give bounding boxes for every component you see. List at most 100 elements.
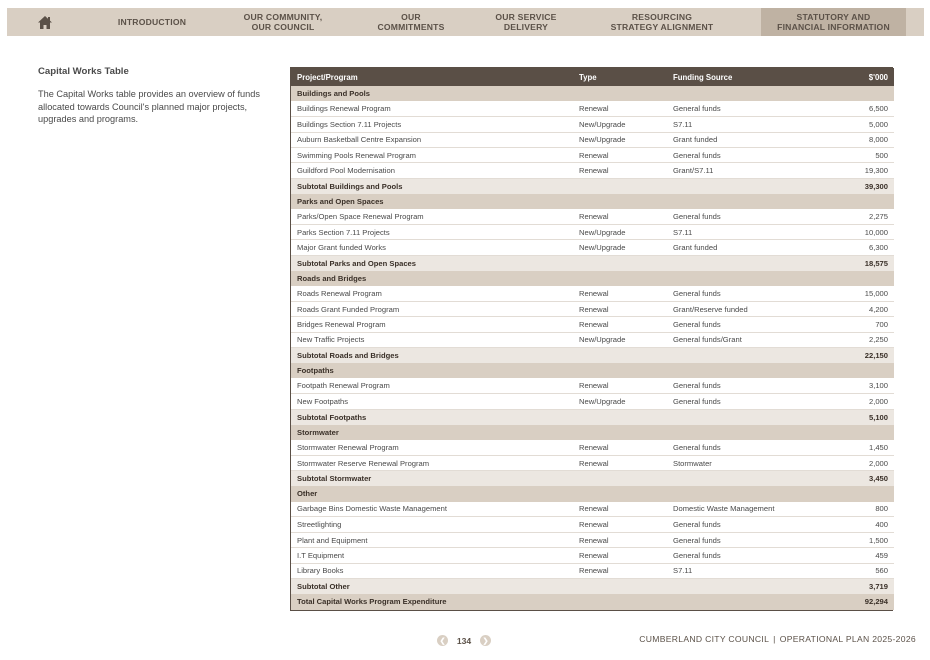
type-cell: Renewal — [573, 301, 667, 318]
section-header-row: Other — [291, 486, 894, 502]
amount-cell: 15,000 — [810, 286, 894, 302]
home-icon — [38, 15, 52, 29]
type-cell: New/Upgrade — [573, 224, 667, 241]
previous-page-button[interactable]: ❮ — [437, 635, 448, 646]
type-cell: Renewal — [573, 101, 667, 118]
table-row: Roads Grant Funded Program Renewal Grant/R… — [291, 301, 894, 318]
empty-cell — [573, 578, 810, 594]
project-cell: Buildings Renewal Program — [291, 101, 573, 118]
funding-source-cell: General funds — [667, 516, 810, 533]
table-row: Buildings Section 7.11 Projects New/Upgra… — [291, 116, 894, 133]
chevron-right-icon: ❯ — [482, 637, 489, 645]
project-cell: New Traffic Projects — [291, 332, 573, 349]
project-cell: Plant and Equipment — [291, 532, 573, 549]
type-cell: New/Upgrade — [573, 332, 667, 349]
table-row: Swimming Pools Renewal Program Renewal Gen… — [291, 147, 894, 164]
table-header-row: Project/Program Type Funding Source $'00… — [291, 68, 894, 86]
empty-cell — [573, 593, 810, 610]
table-body: Buildings and Pools Buildings Renewal Pro… — [291, 86, 894, 610]
type-cell: New/Upgrade — [573, 132, 667, 149]
table-row: Buildings Renewal Program Renewal General … — [291, 101, 894, 118]
table-row: Library Books Renewal S7.11 560 — [291, 563, 894, 580]
section-header-row: Stormwater — [291, 424, 894, 440]
type-cell: Renewal — [573, 162, 667, 179]
chevron-left-icon: ❮ — [439, 637, 446, 645]
project-cell: Roads Renewal Program — [291, 286, 573, 302]
funding-source-cell: General funds — [667, 286, 810, 302]
type-cell: New/Upgrade — [573, 116, 667, 133]
project-cell: Stormwater Reserve Renewal Program — [291, 455, 573, 472]
home-button[interactable] — [7, 8, 83, 36]
funding-source-cell: S7.11 — [667, 563, 810, 580]
amount-cell: 2,000 — [810, 393, 894, 410]
subtotal-label: Subtotal Other — [291, 578, 573, 594]
project-cell: Footpath Renewal Program — [291, 378, 573, 395]
nav-tab-our-service-delivery[interactable]: OUR SERVICE DELIVERY — [477, 8, 575, 36]
next-page-button[interactable]: ❯ — [480, 635, 491, 646]
funding-source-cell: General funds — [667, 532, 810, 549]
section-name: Roads and Bridges — [291, 270, 894, 287]
nav-tab-our-community-our-council[interactable]: OUR COMMUNITY, OUR COUNCIL — [221, 8, 345, 36]
subtotal-amount: 39,300 — [810, 178, 894, 194]
table-row: Auburn Basketball Centre Expansion New/Up… — [291, 132, 894, 149]
subtotal-amount: 18,575 — [810, 255, 894, 271]
document-footer: CUMBERLAND CITY COUNCIL | OPERATIONAL PLAN… — [639, 634, 916, 644]
funding-source-cell: S7.11 — [667, 116, 810, 133]
nav-tab-our-commitments[interactable]: OUR COMMITMENTS — [345, 8, 477, 36]
section-header-row: Roads and Bridges — [291, 270, 894, 287]
table-row: Bridges Renewal Program Renewal General fu… — [291, 316, 894, 333]
section-name: Other — [291, 486, 894, 502]
section-name: Parks and Open Spaces — [291, 193, 894, 210]
type-cell: Renewal — [573, 547, 667, 564]
type-cell: Renewal — [573, 439, 667, 456]
funding-source-cell: Stormwater — [667, 455, 810, 472]
amount-cell: 6,300 — [810, 239, 894, 256]
project-cell: Guildford Pool Modernisation — [291, 162, 573, 179]
type-cell: Renewal — [573, 147, 667, 164]
funding-source-cell: Grant funded — [667, 132, 810, 149]
project-cell: Bridges Renewal Program — [291, 316, 573, 333]
empty-cell — [573, 470, 810, 487]
subtotal-row: Subtotal Buildings and Pools 39,300 — [291, 178, 894, 194]
table-row: Streetlighting Renewal General funds 400 — [291, 516, 894, 533]
project-cell: Major Grant funded Works — [291, 239, 573, 256]
type-cell: Renewal — [573, 286, 667, 302]
subtotal-row: Subtotal Parks and Open Spaces 18,575 — [291, 255, 894, 271]
funding-source-cell: Grant/Reserve funded — [667, 301, 810, 318]
table-row: Roads Renewal Program Renewal General fund… — [291, 286, 894, 302]
section-header-row: Parks and Open Spaces — [291, 193, 894, 210]
project-cell: Garbage Bins Domestic Waste Management — [291, 501, 573, 518]
nav-tab-introduction[interactable]: INTRODUCTION — [83, 8, 221, 36]
type-cell: Renewal — [573, 563, 667, 580]
table-row: I.T Equipment Renewal General funds 459 — [291, 547, 894, 564]
header-project-program: Project/Program — [291, 68, 573, 86]
page-navigation: ❮ 134 ❯ — [437, 635, 491, 646]
funding-source-cell: General funds — [667, 209, 810, 226]
funding-source-cell: General funds — [667, 316, 810, 333]
council-name: CUMBERLAND CITY COUNCIL — [639, 634, 770, 644]
funding-source-cell: General funds — [667, 439, 810, 456]
table-row: Major Grant funded Works New/Upgrade Grant… — [291, 239, 894, 256]
table-row: Guildford Pool Modernisation Renewal Grant… — [291, 162, 894, 179]
type-cell: New/Upgrade — [573, 239, 667, 256]
subtotal-amount: 22,150 — [810, 347, 894, 364]
table-row: Stormwater Reserve Renewal Program Renewa… — [291, 455, 894, 472]
section-name: Stormwater — [291, 424, 894, 440]
funding-source-cell: General funds/Grant — [667, 332, 810, 349]
subtotal-amount: 3,719 — [810, 578, 894, 594]
amount-cell: 500 — [810, 147, 894, 164]
subtotal-label: Subtotal Parks and Open Spaces — [291, 255, 573, 271]
table-row: Parks Section 7.11 Projects New/Upgrade S7… — [291, 224, 894, 241]
amount-cell: 700 — [810, 316, 894, 333]
nav-tab-statutory-financial-information[interactable]: STATUTORY AND FINANCIAL INFORMATION — [761, 8, 906, 36]
amount-cell: 2,275 — [810, 209, 894, 226]
empty-cell — [573, 255, 810, 271]
table-row: New Footpaths New/Upgrade General funds 2,0… — [291, 393, 894, 410]
nav-tab-resourcing-strategy-alignment[interactable]: RESOURCING STRATEGY ALIGNMENT — [575, 8, 749, 36]
subtotal-label: Subtotal Roads and Bridges — [291, 347, 573, 364]
amount-cell: 560 — [810, 563, 894, 580]
table-row: Stormwater Renewal Program Renewal General… — [291, 439, 894, 456]
table-row: Plant and Equipment Renewal General funds 1… — [291, 532, 894, 549]
project-cell: Roads Grant Funded Program — [291, 301, 573, 318]
project-cell: New Footpaths — [291, 393, 573, 410]
